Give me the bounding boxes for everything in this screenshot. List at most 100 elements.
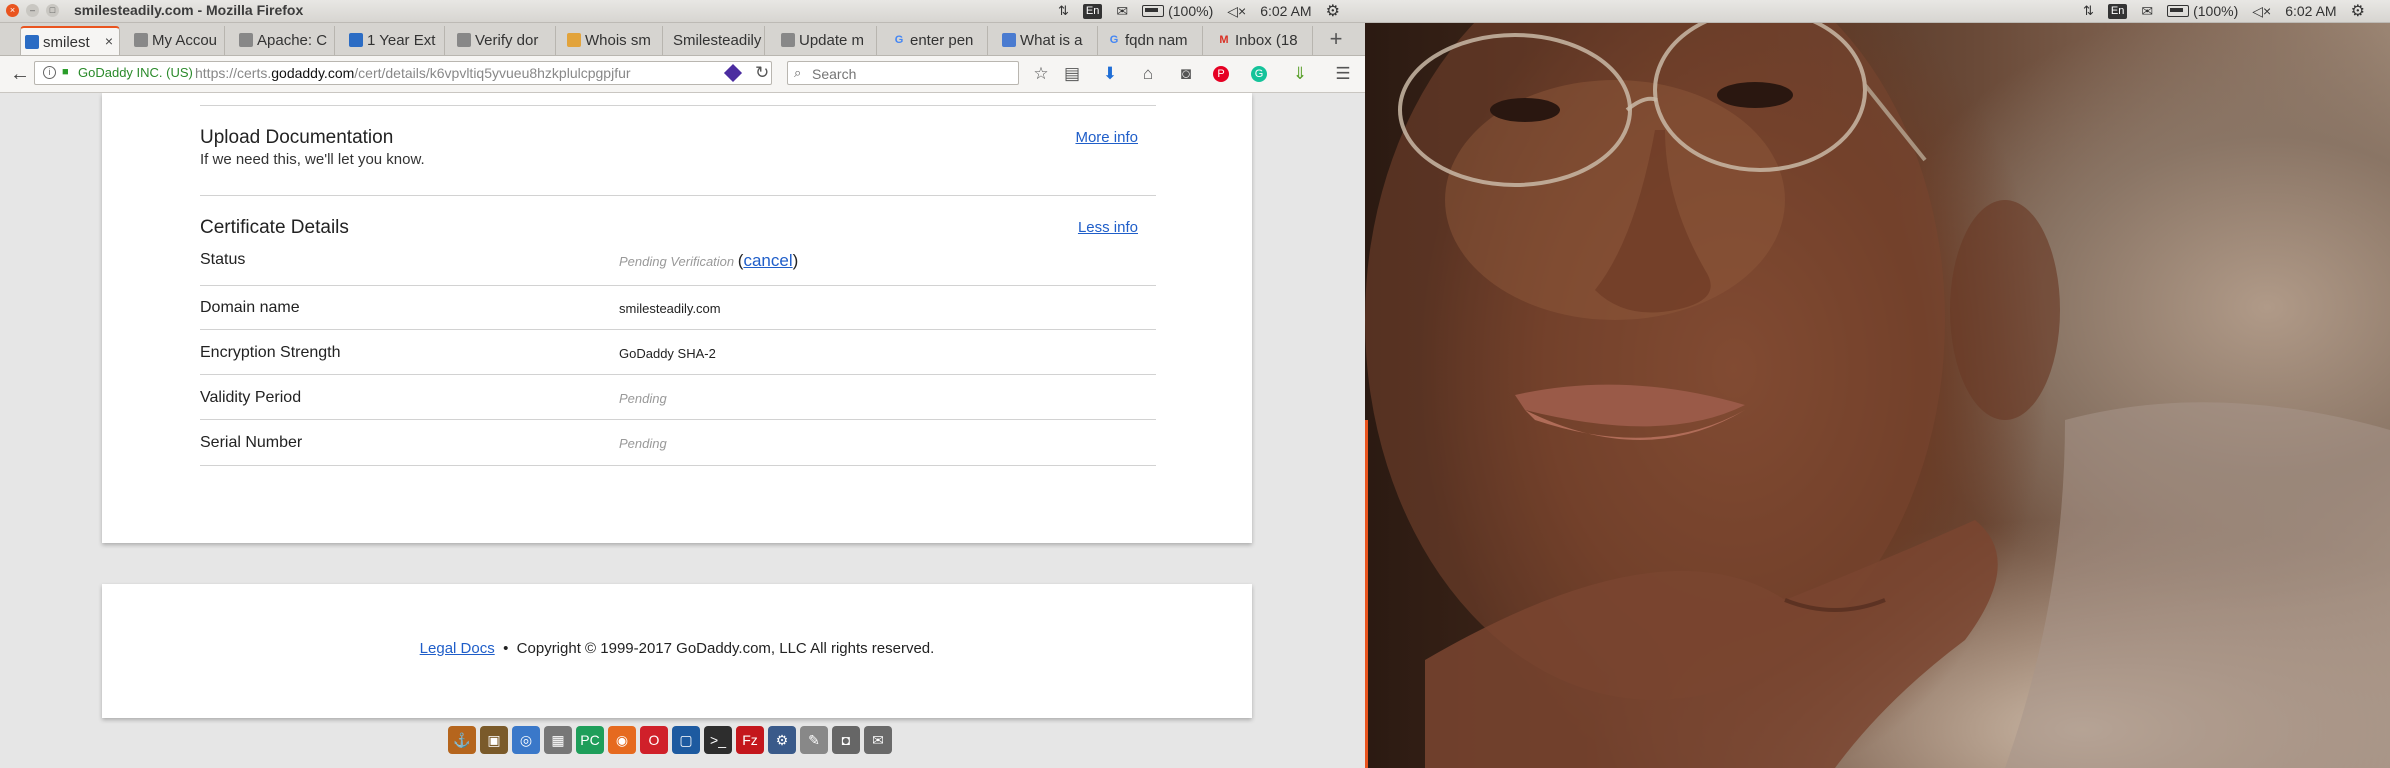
tab-smilesteadily[interactable]: smilest × [20, 26, 120, 55]
less-info-link[interactable]: Less info [1078, 219, 1138, 236]
filezilla-app-icon[interactable]: Fz [736, 726, 764, 754]
tab-label: Smilesteadily [673, 32, 762, 49]
url-path: /cert/details/k6vpvltiq5yvueu8hzkplulcpg… [354, 65, 631, 81]
search-icon: ⌕ [794, 65, 802, 80]
legal-docs-link[interactable]: Legal Docs [420, 640, 495, 657]
pycharm-app-icon[interactable]: PC [576, 726, 604, 754]
pinterest-icon[interactable]: P [1213, 66, 1229, 82]
url-host: godaddy.com [271, 65, 355, 81]
virtualbox-app-icon[interactable]: ▢ [672, 726, 700, 754]
battery-indicator[interactable]: (100%) [1142, 3, 1213, 19]
terminal-app-icon[interactable]: >_ [704, 726, 732, 754]
reading-list-icon[interactable]: ▤ [1061, 63, 1083, 85]
tab-close-icon[interactable]: × [105, 33, 113, 49]
generic-favicon-icon [781, 33, 795, 47]
installer-app-icon[interactable]: ▣ [480, 726, 508, 754]
generic-favicon-icon [457, 33, 471, 47]
whois-favicon-icon [567, 33, 581, 47]
volume-muted-icon[interactable]: ◁× [2252, 3, 2271, 20]
pocket-icon[interactable]: ◙ [1175, 63, 1197, 85]
certificate-details-title: Certificate Details [200, 217, 349, 238]
serial-number-label: Serial Number [200, 434, 303, 451]
tab-update[interactable]: Update m [777, 26, 877, 55]
right-monitor-wallpaper: ⇅ En ✉ (100%) ◁× 6:02 AM ⚙ [1365, 0, 2390, 768]
menu-hamburger-icon[interactable]: ☰ [1332, 63, 1354, 85]
tab-apache[interactable]: Apache: C [235, 26, 335, 55]
network-app-icon[interactable]: ⚙ [768, 726, 796, 754]
tab-verify-domain[interactable]: Verify dor [453, 26, 556, 55]
keyboard-layout-indicator[interactable]: En [1082, 3, 1103, 19]
window-maximize-button[interactable]: □ [46, 4, 59, 17]
back-button[interactable]: ← [8, 62, 32, 86]
chromium-app-icon[interactable]: ◎ [512, 726, 540, 754]
tab-what-is-a[interactable]: What is a [998, 26, 1098, 55]
generic-favicon-icon [239, 33, 253, 47]
text-editor-app-icon[interactable]: ✎ [800, 726, 828, 754]
tab-smilesteadily-2[interactable]: Smilesteadily [665, 26, 765, 55]
tab-enter-pem[interactable]: G enter pen [888, 26, 988, 55]
download-helper-icon[interactable]: ⇓ [1289, 63, 1311, 85]
mail-indicator-icon[interactable]: ✉ [2141, 3, 2153, 20]
mail-indicator-icon[interactable]: ✉ [1116, 3, 1128, 20]
opera-app-icon[interactable]: O [640, 726, 668, 754]
files-app-icon[interactable]: ▦ [544, 726, 572, 754]
grammarly-icon[interactable]: G [1251, 66, 1267, 82]
downloads-icon[interactable]: ⬇ [1099, 63, 1121, 85]
clock[interactable]: 6:02 AM [2285, 3, 2336, 19]
reload-icon[interactable]: ↻ [755, 63, 769, 83]
copyright-text: Copyright © 1999-2017 GoDaddy.com, LLC A… [516, 640, 935, 657]
site-info-icon[interactable]: i [43, 66, 56, 79]
network-transfer-icon[interactable]: ⇅ [1058, 3, 1069, 19]
domain-name-label: Domain name [200, 299, 300, 316]
certificate-card: Upload Documentation If we need this, we… [102, 93, 1252, 543]
tab-label: Apache: C [257, 32, 328, 49]
window-title: smilesteadily.com - Mozilla Firefox [74, 2, 304, 18]
upload-documentation-title: Upload Documentation [200, 127, 394, 148]
window-edge-accent [1365, 420, 1368, 768]
divider [200, 195, 1156, 196]
bullet-separator: • [503, 640, 509, 657]
anchor-app-icon[interactable]: ⚓ [448, 726, 476, 754]
network-transfer-icon[interactable]: ⇅ [2083, 3, 2094, 19]
tab-whois[interactable]: Whois sm [563, 26, 663, 55]
bookmark-star-icon[interactable]: ☆ [1030, 63, 1052, 85]
more-info-link[interactable]: More info [1075, 129, 1138, 146]
url-text[interactable]: https://certs.godaddy.com/cert/details/k… [195, 65, 735, 81]
search-box[interactable]: ⌕ [787, 61, 1019, 85]
keyboard-layout-indicator[interactable]: En [2107, 3, 2128, 19]
search-input[interactable] [810, 63, 1014, 85]
url-bar[interactable]: i ■ GoDaddy INC. (US) https://certs.goda… [34, 61, 772, 85]
firefox-app-icon[interactable]: ◉ [608, 726, 636, 754]
application-dock: ⚓ ▣ ◎ ▦ PC ◉ O ▢ >_ Fz ⚙ ✎ ◘ ✉ [448, 722, 918, 768]
navigation-bar: ← i ■ GoDaddy INC. (US) https://certs.go… [0, 56, 1365, 93]
godaddy-favicon-icon [25, 35, 39, 49]
divider [200, 285, 1156, 286]
cancel-link[interactable]: cancel [743, 251, 792, 270]
tab-inbox[interactable]: M Inbox (18 [1213, 26, 1313, 55]
lock-icon: ■ [62, 66, 69, 78]
system-tray: ⇅ En ✉ (100%) ◁× 6:02 AM ⚙ [1058, 1, 1340, 21]
tab-label: My Accou [152, 32, 218, 49]
clock[interactable]: 6:02 AM [1260, 3, 1311, 19]
shield-favicon-icon [1002, 33, 1016, 47]
home-icon[interactable]: ⌂ [1137, 63, 1159, 85]
tab-label: Verify dor [475, 32, 539, 49]
window-minimize-button[interactable]: – [26, 4, 39, 17]
volume-muted-icon[interactable]: ◁× [1227, 3, 1246, 20]
battery-indicator[interactable]: (100%) [2167, 3, 2238, 19]
tab-label: Inbox (18 [1235, 32, 1298, 49]
mail-app-icon[interactable]: ✉ [864, 726, 892, 754]
screenshot-app-icon[interactable]: ◘ [832, 726, 860, 754]
system-gear-icon[interactable]: ⚙ [1326, 1, 1340, 21]
encryption-strength-label: Encryption Strength [200, 344, 341, 361]
window-close-button[interactable]: × [6, 4, 19, 17]
new-tab-button[interactable]: + [1322, 26, 1350, 52]
tab-label: smilest [43, 34, 90, 51]
battery-percent: (100%) [2193, 3, 2239, 19]
battery-icon [1142, 5, 1165, 17]
tab-1-year-ext[interactable]: 1 Year Ext [345, 26, 445, 55]
tab-my-account[interactable]: My Accou [130, 26, 225, 55]
tab-fqdn[interactable]: G fqdn nam [1103, 26, 1203, 55]
site-identity-label[interactable]: GoDaddy INC. (US) [78, 65, 193, 80]
system-gear-icon[interactable]: ⚙ [2351, 1, 2365, 21]
